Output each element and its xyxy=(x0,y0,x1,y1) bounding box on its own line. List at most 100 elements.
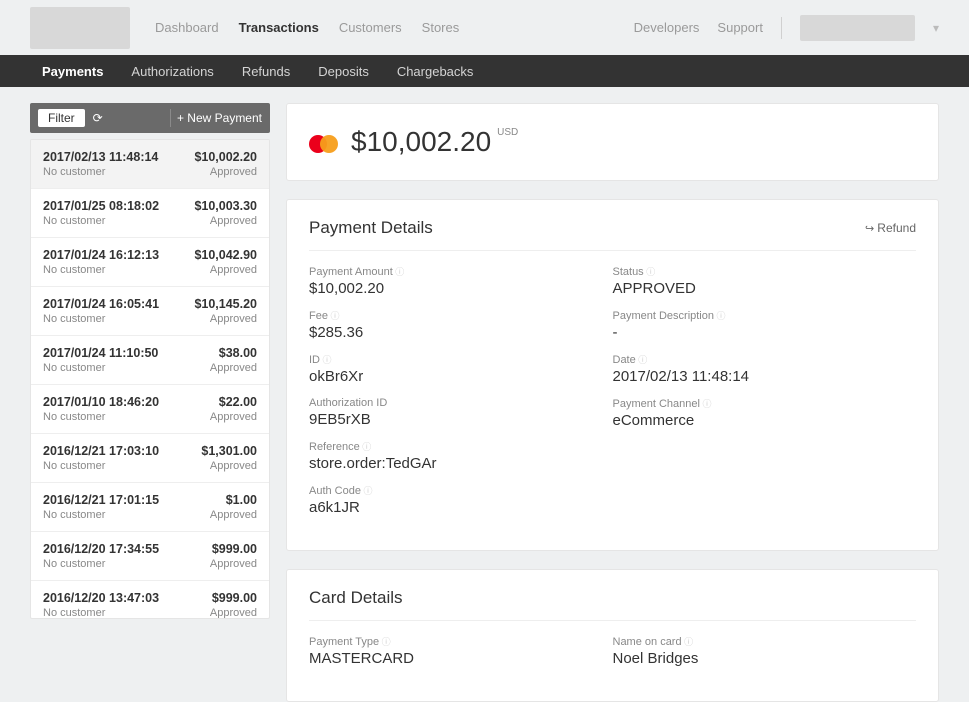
tx-amount: $10,003.30 xyxy=(194,199,257,213)
mastercard-icon xyxy=(309,135,339,153)
detail-field: Fee $285.36 xyxy=(309,309,613,341)
top-nav: Dashboard Transactions Customers Stores xyxy=(155,20,459,35)
tx-status: Approved xyxy=(210,215,257,227)
tx-date: 2017/01/24 16:12:13 xyxy=(43,248,159,262)
org-selector[interactable] xyxy=(800,15,915,41)
tx-customer: No customer xyxy=(43,313,105,325)
tx-customer: No customer xyxy=(43,215,105,227)
tx-customer: No customer xyxy=(43,558,105,570)
tx-amount: $999.00 xyxy=(212,542,257,556)
field-value: APPROVED xyxy=(613,280,917,297)
divider xyxy=(170,109,171,127)
filter-button[interactable]: Filter xyxy=(38,109,85,127)
field-label: Payment Channel xyxy=(613,397,917,410)
field-label: Name on card xyxy=(613,635,917,648)
developers-link[interactable]: Developers xyxy=(634,20,700,35)
detail-field: Authorization ID9EB5rXB xyxy=(309,397,613,428)
payment-details-card: Payment Details Refund Payment Amount $10… xyxy=(286,199,939,551)
field-value: a6k1JR xyxy=(309,499,613,516)
main: Filter ⟳ New Payment 2017/02/13 11:48:14… xyxy=(0,87,969,702)
tx-status: Approved xyxy=(210,460,257,472)
detail-field: Name on card Noel Bridges xyxy=(613,635,917,667)
tx-status: Approved xyxy=(210,362,257,374)
tx-customer: No customer xyxy=(43,362,105,374)
logo xyxy=(30,7,130,49)
tx-amount: $10,042.90 xyxy=(194,248,257,262)
field-label: ID xyxy=(309,353,613,366)
tx-date: 2017/01/24 11:10:50 xyxy=(43,346,158,360)
tx-status: Approved xyxy=(210,509,257,521)
detail-field: Payment ChanneleCommerce xyxy=(613,397,917,429)
field-label: Payment Description xyxy=(613,309,917,322)
transaction-item[interactable]: 2016/12/20 17:34:55 $999.00 No customer App… xyxy=(31,532,269,581)
refund-button[interactable]: Refund xyxy=(865,221,916,235)
divider xyxy=(781,17,782,39)
tx-date: 2016/12/21 17:03:10 xyxy=(43,444,159,458)
subnav-item-authorizations[interactable]: Authorizations xyxy=(131,64,213,79)
topnav-item-dashboard[interactable]: Dashboard xyxy=(155,20,219,35)
tx-amount: $1,301.00 xyxy=(201,444,257,458)
detail-field: Date2017/02/13 11:48:14 xyxy=(613,353,917,385)
transaction-item[interactable]: 2016/12/21 17:01:15$1.00No customerAppro… xyxy=(31,483,269,532)
detail-field: Auth Codea6k1JR xyxy=(309,484,613,516)
transaction-item[interactable]: 2017/01/24 16:05:41 $10,145.20 No customer… xyxy=(31,287,269,336)
chevron-down-icon[interactable]: ▾ xyxy=(933,21,939,35)
field-label: Fee xyxy=(309,309,613,322)
summary-amount: $10,002.20 xyxy=(351,126,491,158)
subnav-item-refunds[interactable]: Refunds xyxy=(242,64,290,79)
field-label: Reference xyxy=(309,440,613,453)
amount-summary: $10,002.20 USD xyxy=(286,103,939,181)
field-value: Noel Bridges xyxy=(613,650,917,667)
tx-date: 2016/12/20 17:34:55 xyxy=(43,542,159,556)
subnav-item-chargebacks[interactable]: Chargebacks xyxy=(397,64,474,79)
transaction-item[interactable]: 2017/01/24 16:12:13$10,042.90No customer… xyxy=(31,238,269,287)
tx-amount: $10,002.20 xyxy=(194,150,257,164)
field-value: store.order:TedGAr xyxy=(309,455,613,472)
topnav-item-stores[interactable]: Stores xyxy=(422,20,460,35)
detail-field: Reference store.order:TedGAr xyxy=(309,440,613,472)
tx-status: Approved xyxy=(210,607,257,619)
topnav-item-customers[interactable]: Customers xyxy=(339,20,402,35)
card-details-title: Card Details xyxy=(309,588,403,608)
detail-field: Payment TypeMASTERCARD xyxy=(309,635,613,667)
field-label: Payment Amount xyxy=(309,265,613,278)
topnav-item-transactions[interactable]: Transactions xyxy=(239,20,319,35)
tx-date: 2016/12/21 17:01:15 xyxy=(43,493,159,507)
detail-field: IDokBr6Xr xyxy=(309,353,613,385)
tx-amount: $10,145.20 xyxy=(194,297,257,311)
field-value: - xyxy=(613,324,917,341)
tx-customer: No customer xyxy=(43,166,105,178)
tx-amount: $1.00 xyxy=(226,493,257,507)
top-right: Developers Support ▾ xyxy=(634,15,939,41)
refresh-icon[interactable]: ⟳ xyxy=(93,111,103,125)
transaction-item[interactable]: 2017/01/10 18:46:20$22.00No customerAppr… xyxy=(31,385,269,434)
field-label: Payment Type xyxy=(309,635,613,648)
payment-details-title: Payment Details xyxy=(309,218,433,238)
transaction-item[interactable]: 2017/01/24 11:10:50 $38.00 No customer Appr… xyxy=(31,336,269,385)
tx-status: Approved xyxy=(210,166,257,178)
support-link[interactable]: Support xyxy=(717,20,763,35)
new-payment-button[interactable]: New Payment xyxy=(177,111,262,125)
tx-date: 2017/01/24 16:05:41 xyxy=(43,297,159,311)
tx-amount: $38.00 xyxy=(219,346,257,360)
detail-field: StatusAPPROVED xyxy=(613,265,917,297)
transaction-item[interactable]: 2017/01/25 08:18:02$10,003.30No customer… xyxy=(31,189,269,238)
field-value: 9EB5rXB xyxy=(309,411,613,428)
tx-date: 2017/02/13 11:48:14 xyxy=(43,150,158,164)
transaction-item[interactable]: 2016/12/21 17:03:10$1,301.00No customerA… xyxy=(31,434,269,483)
subnav-item-deposits[interactable]: Deposits xyxy=(318,64,369,79)
card-details-card: Card Details Payment TypeMASTERCARD Name… xyxy=(286,569,939,702)
field-value: $285.36 xyxy=(309,324,613,341)
tx-status: Approved xyxy=(210,411,257,423)
top-bar: Dashboard Transactions Customers Stores Dev… xyxy=(0,0,969,55)
subnav-item-payments[interactable]: Payments xyxy=(42,64,103,79)
detail-field: Payment Amount $10,002.20 xyxy=(309,265,613,297)
tx-amount: $999.00 xyxy=(212,591,257,605)
tx-status: Approved xyxy=(210,558,257,570)
tx-customer: No customer xyxy=(43,411,105,423)
transaction-item[interactable]: 2016/12/20 13:47:03$999.00No customerApp… xyxy=(31,581,269,619)
field-value: $10,002.20 xyxy=(309,280,613,297)
transactions-panel: Filter ⟳ New Payment 2017/02/13 11:48:14… xyxy=(30,103,270,702)
tx-status: Approved xyxy=(210,264,257,276)
transaction-item[interactable]: 2017/02/13 11:48:14 $10,002.20 No customer… xyxy=(31,140,269,189)
